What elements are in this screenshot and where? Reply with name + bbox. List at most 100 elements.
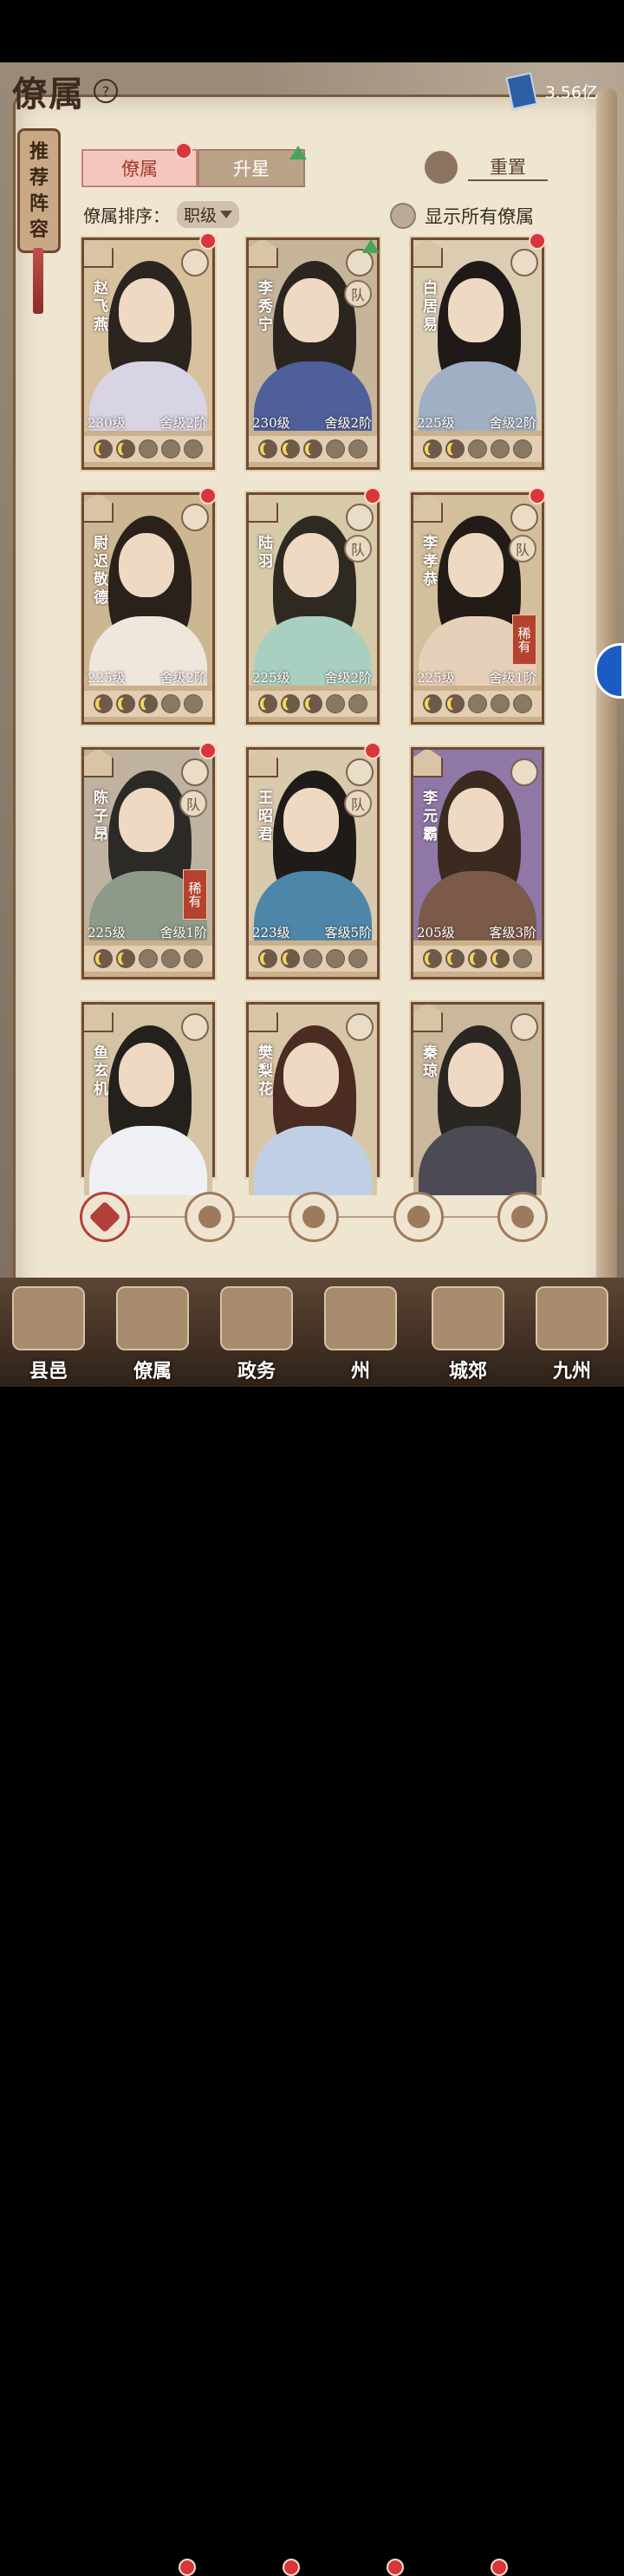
skill-icon — [346, 1013, 374, 1041]
recommend-char: 阵 — [29, 192, 49, 215]
portrait-face — [119, 278, 174, 342]
character-level: 225级 — [252, 670, 290, 686]
moon-star-filled-icon — [258, 694, 277, 713]
nav-label: 县邑 — [29, 1360, 68, 1382]
moon-star-empty-icon — [348, 694, 367, 713]
portrait-face — [448, 788, 504, 852]
moon-star-filled-icon — [258, 949, 277, 968]
skill-icon — [510, 1013, 538, 1041]
retainer-card[interactable]: 赵飞燕 230级 舍级2阶 — [81, 237, 215, 470]
retainer-card[interactable]: 王昭君 队 223级 客级5阶 — [246, 747, 380, 979]
character-name: 李秀宁 — [255, 280, 272, 335]
nav-item-retainers[interactable]: 僚属 — [109, 1286, 196, 1383]
character-name: 白居易 — [419, 280, 437, 335]
card-red-dot — [199, 487, 217, 504]
sort-dropdown[interactable]: 职级 — [177, 201, 240, 228]
map-scroll-icon — [536, 1286, 608, 1350]
skill-icon — [510, 504, 538, 531]
moon-star-filled-icon — [445, 694, 465, 713]
filter-fan-button[interactable] — [393, 1192, 444, 1242]
skill-icon — [181, 504, 209, 531]
character-name: 赵飞燕 — [90, 280, 107, 335]
gate-icon — [12, 1286, 85, 1350]
faction-filter-bar — [80, 1191, 548, 1243]
team-badge: 队 — [179, 790, 207, 817]
portrait-face — [283, 1043, 339, 1107]
reset-control: 重置 — [423, 149, 548, 185]
nav-item-nine-provinces[interactable]: 九州 — [529, 1286, 615, 1383]
card-red-dot — [199, 742, 217, 759]
all-filter-icon — [88, 1200, 121, 1233]
moon-star-empty-icon — [491, 439, 510, 459]
reset-button[interactable]: 重置 — [468, 153, 548, 181]
retainer-card[interactable]: 李元霸 205级 客级3阶 — [411, 747, 544, 979]
reset-icon[interactable] — [423, 149, 459, 185]
portrait-face — [283, 533, 339, 597]
moon-star-empty-icon — [326, 439, 345, 459]
nav-item-suburbs[interactable]: 城郊 — [425, 1286, 511, 1383]
moon-star-filled-icon — [139, 694, 158, 713]
nav-label: 州 — [350, 1360, 370, 1382]
moon-star-filled-icon — [281, 439, 300, 459]
retainer-card[interactable]: 李秀宁 队 230级 舍级2阶 — [246, 237, 380, 470]
character-rank: 舍级1阶 — [489, 670, 536, 686]
card-red-dot — [529, 232, 546, 250]
nav-label: 城郊 — [448, 1360, 487, 1382]
nav-item-prefecture[interactable]: 州 — [317, 1286, 404, 1383]
rare-badge: 稀有 — [183, 869, 207, 920]
filter-lion-button[interactable] — [497, 1192, 548, 1242]
skill-icon — [181, 249, 209, 276]
moon-star-empty-icon — [184, 949, 203, 968]
show-all-radio[interactable] — [390, 203, 416, 229]
bell-icon — [198, 1206, 221, 1228]
moon-star-filled-icon — [423, 439, 442, 459]
character-rank: 舍级1阶 — [159, 925, 207, 940]
recommend-char: 荐 — [29, 166, 49, 189]
card-red-dot — [364, 742, 381, 759]
character-rank: 客级5阶 — [324, 925, 372, 940]
skill-icon — [181, 758, 209, 786]
retainer-card[interactable]: 李孝恭 队稀有 225级 舍级1阶 — [411, 492, 544, 725]
portrait-face — [119, 788, 174, 852]
show-all-toggle[interactable]: 显示所有僚属 — [390, 203, 534, 229]
gourd-icon — [302, 1206, 325, 1228]
moon-star-filled-icon — [258, 439, 277, 459]
nav-item-affairs[interactable]: 政务 — [213, 1286, 300, 1383]
star-row — [413, 436, 542, 462]
moon-star-filled-icon — [303, 439, 322, 459]
retainer-card[interactable]: 樊梨花 — [246, 1002, 380, 1195]
skill-icon — [346, 758, 374, 786]
character-level: 225级 — [88, 925, 126, 940]
retainer-card[interactable]: 白居易 225级 舍级2阶 — [411, 237, 544, 470]
filter-all-button[interactable] — [80, 1192, 130, 1242]
character-level: 225级 — [417, 670, 455, 686]
card-red-dot — [364, 487, 381, 504]
moon-star-empty-icon — [513, 439, 532, 459]
star-row — [249, 946, 377, 972]
character-name: 尉迟敬德 — [90, 535, 107, 608]
nav-prefecture-red-dot — [387, 2559, 404, 2576]
recommend-lineup-button[interactable]: 推 荐 阵 容 — [17, 128, 61, 253]
sort-label: 僚属排序： — [83, 205, 170, 226]
retainer-card[interactable]: 陈子昂 队稀有 225级 舍级1阶 — [81, 747, 215, 979]
nav-label: 九州 — [552, 1360, 591, 1382]
retainer-card[interactable]: 陆羽 队 225级 舍级2阶 — [246, 492, 380, 725]
retainer-card[interactable]: 鱼玄机 — [81, 1002, 215, 1195]
portrait-face — [119, 533, 174, 597]
fan-icon — [406, 1206, 430, 1228]
farmland-icon — [432, 1286, 504, 1350]
character-level: 225级 — [88, 670, 126, 686]
page-title: 僚属 — [12, 74, 85, 114]
filter-gourd-button[interactable] — [289, 1192, 339, 1242]
scroll-figures-icon — [116, 1286, 189, 1350]
moon-star-empty-icon — [161, 439, 180, 459]
moon-star-empty-icon — [468, 439, 487, 459]
retainer-card[interactable]: 秦琼 — [411, 1002, 544, 1195]
retainer-card[interactable]: 尉迟敬德 225级 舍级2阶 — [81, 492, 215, 725]
help-icon[interactable]: ? — [94, 79, 118, 103]
moon-star-filled-icon — [445, 439, 465, 459]
character-level: 230级 — [252, 415, 290, 431]
filter-bell-button[interactable] — [184, 1192, 235, 1242]
moon-star-filled-icon — [281, 949, 300, 968]
nav-item-county[interactable]: 县邑 — [5, 1286, 92, 1383]
